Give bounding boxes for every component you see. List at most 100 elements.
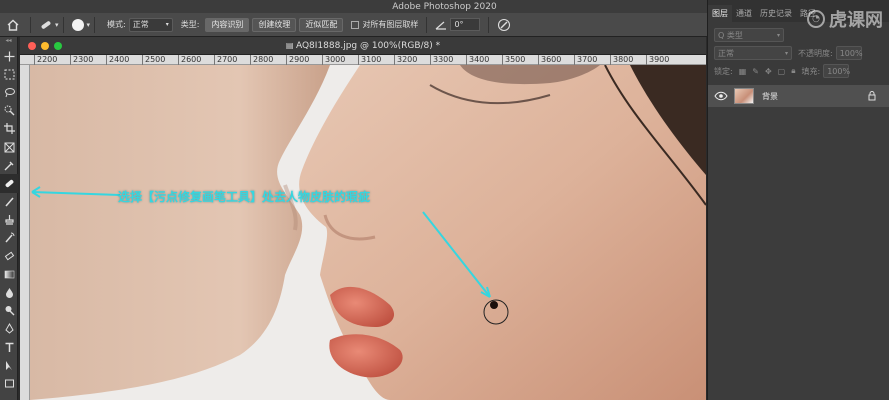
photoshop-window: Adobe Photoshop 2020 ▾ ▾ 70 模式: 正常 ▾ 类型:… — [0, 0, 889, 400]
clone-stamp-tool[interactable] — [0, 211, 18, 229]
ruler-tick: 2500 — [142, 55, 165, 65]
rectangle-tool[interactable] — [0, 374, 18, 392]
crop-tool[interactable] — [0, 120, 18, 138]
ruler-tick: 3700 — [574, 55, 597, 65]
tab-layers[interactable]: 图层 — [708, 5, 732, 22]
marquee-tool[interactable] — [0, 65, 18, 83]
lock-pixels-icon[interactable]: ▦ — [739, 67, 747, 76]
visibility-eye-icon[interactable] — [714, 91, 728, 101]
frame-tool[interactable] — [0, 138, 18, 156]
lock-paint-icon[interactable]: ✎ — [752, 67, 759, 76]
path-selection-icon — [5, 360, 12, 370]
type-create-texture-button[interactable]: 创建纹理 — [252, 17, 297, 32]
type-proximity-match-button[interactable]: 近似匹配 — [299, 17, 344, 32]
divider — [30, 16, 31, 33]
sample-all-layers-checkbox[interactable] — [351, 20, 360, 29]
rectangle-icon — [4, 379, 14, 388]
gradient-tool[interactable] — [0, 265, 18, 283]
gradient-icon — [4, 270, 14, 279]
frame-icon — [4, 142, 14, 153]
ruler-tick: 3400 — [466, 55, 489, 65]
watermark-text: 虎课网 — [829, 10, 883, 31]
mode-select-value: 正常 — [132, 20, 149, 29]
layers-list-empty-area — [708, 107, 889, 400]
dodge-icon — [5, 306, 14, 316]
pen-icon — [4, 323, 14, 335]
blend-mode-select[interactable]: 正常 ▾ — [714, 46, 792, 60]
horizontal-ruler[interactable]: 2200 2300 2400 2500 2600 2700 2800 2900 … — [20, 55, 706, 65]
blur-tool[interactable] — [0, 283, 18, 301]
eyedropper-tool[interactable] — [0, 156, 18, 174]
lock-position-icon[interactable]: ✥ — [765, 67, 772, 76]
divider — [488, 16, 490, 33]
chevron-down-icon: ▾ — [55, 20, 59, 29]
tools-panel: ◂◂ — [0, 37, 18, 400]
home-icon — [7, 19, 19, 31]
spot-healing-brush-icon — [41, 20, 51, 29]
layer-filter-select[interactable]: Q 类型 ▾ — [714, 28, 784, 42]
tool-preset-picker[interactable]: ▾ — [39, 19, 59, 31]
crop-icon — [3, 123, 15, 135]
layers-panel: 图层 通道 历史记录 路径 Q 类型 ▾ 正常 ▾ 不透明度: 100% 锁定:… — [707, 0, 889, 400]
watermark-logo: ◔ — [807, 10, 825, 28]
move-tool[interactable] — [0, 47, 18, 65]
divider — [426, 16, 428, 33]
ruler-tick: 3300 — [430, 55, 453, 65]
angle-input[interactable]: 0° — [450, 18, 481, 31]
quick-selection-tool[interactable] — [0, 102, 18, 120]
ruler-tick: 2600 — [178, 55, 201, 65]
ruler-tick: 3000 — [322, 55, 345, 65]
quick-selection-icon — [4, 105, 14, 116]
dodge-tool[interactable] — [0, 302, 18, 320]
ruler-tick: 2400 — [106, 55, 129, 65]
mode-label: 模式: — [107, 20, 126, 29]
tab-channels[interactable]: 通道 — [732, 5, 756, 22]
lock-artboard-icon[interactable]: ▢ — [778, 67, 786, 76]
eraser-tool[interactable] — [0, 247, 18, 265]
skin-blemish — [490, 301, 498, 309]
type-content-aware-button[interactable]: 内容识别 — [205, 17, 250, 32]
home-button[interactable] — [0, 13, 26, 37]
pressure-size-icon[interactable] — [497, 18, 511, 32]
layer-filter-placeholder: Q 类型 — [718, 30, 743, 40]
document-title: AQ8I1888.jpg @ 100%(RGB/8) * — [295, 40, 441, 51]
mode-select[interactable]: 正常 ▾ — [128, 17, 173, 32]
document-tab[interactable]: ▤ AQ8I1888.jpg @ 100%(RGB/8) * — [20, 41, 706, 51]
pen-tool[interactable] — [0, 320, 18, 338]
layer-row-background[interactable]: 背景 — [708, 85, 889, 107]
brush-tool[interactable] — [0, 193, 18, 211]
blur-icon — [5, 288, 13, 299]
tab-history[interactable]: 历史记录 — [756, 5, 796, 22]
ruler-tick: 2800 — [250, 55, 273, 65]
spot-healing-brush-tool[interactable] — [0, 174, 18, 193]
type-tool[interactable] — [0, 338, 18, 356]
blend-mode-value: 正常 — [718, 48, 734, 58]
ruler-tick: 2900 — [286, 55, 309, 65]
fill-label: 填充: — [801, 66, 821, 76]
lasso-tool[interactable] — [0, 83, 18, 101]
history-brush-tool[interactable] — [0, 229, 18, 247]
annotation-text: 选择【污点修复画笔工具】处去人物皮肤的瑕疵 — [118, 190, 371, 204]
document-tab-bar: ▤ AQ8I1888.jpg @ 100%(RGB/8) * — [20, 37, 706, 55]
watermark: ◔ 虎课网 — [807, 6, 883, 32]
fill-input[interactable]: 100% — [823, 64, 850, 78]
vertical-ruler[interactable] — [20, 65, 30, 400]
chevron-down-icon: ▾ — [86, 20, 91, 29]
move-icon — [4, 51, 14, 62]
divider — [94, 16, 96, 33]
opacity-input[interactable]: 100% — [835, 46, 863, 60]
layer-name: 背景 — [762, 91, 778, 101]
spot-healing-brush-icon — [5, 179, 13, 188]
collapse-toolbar-icon[interactable]: ◂◂ — [0, 37, 17, 47]
portrait-photo — [30, 65, 706, 400]
chevron-down-icon: ▾ — [165, 21, 169, 28]
lock-all-icon[interactable]: 🔒︎ — [791, 66, 795, 76]
ruler-tick: 3800 — [610, 55, 633, 65]
brush-preset-picker[interactable]: ▾ — [71, 18, 91, 31]
eyedropper-icon — [4, 161, 13, 171]
path-selection-tool[interactable] — [0, 356, 18, 374]
angle-icon — [436, 21, 447, 30]
eraser-icon — [4, 251, 14, 260]
image-canvas[interactable]: 选择【污点修复画笔工具】处去人物皮肤的瑕疵 — [30, 65, 706, 400]
sample-all-layers-label: 对所有图层取样 — [362, 20, 419, 29]
